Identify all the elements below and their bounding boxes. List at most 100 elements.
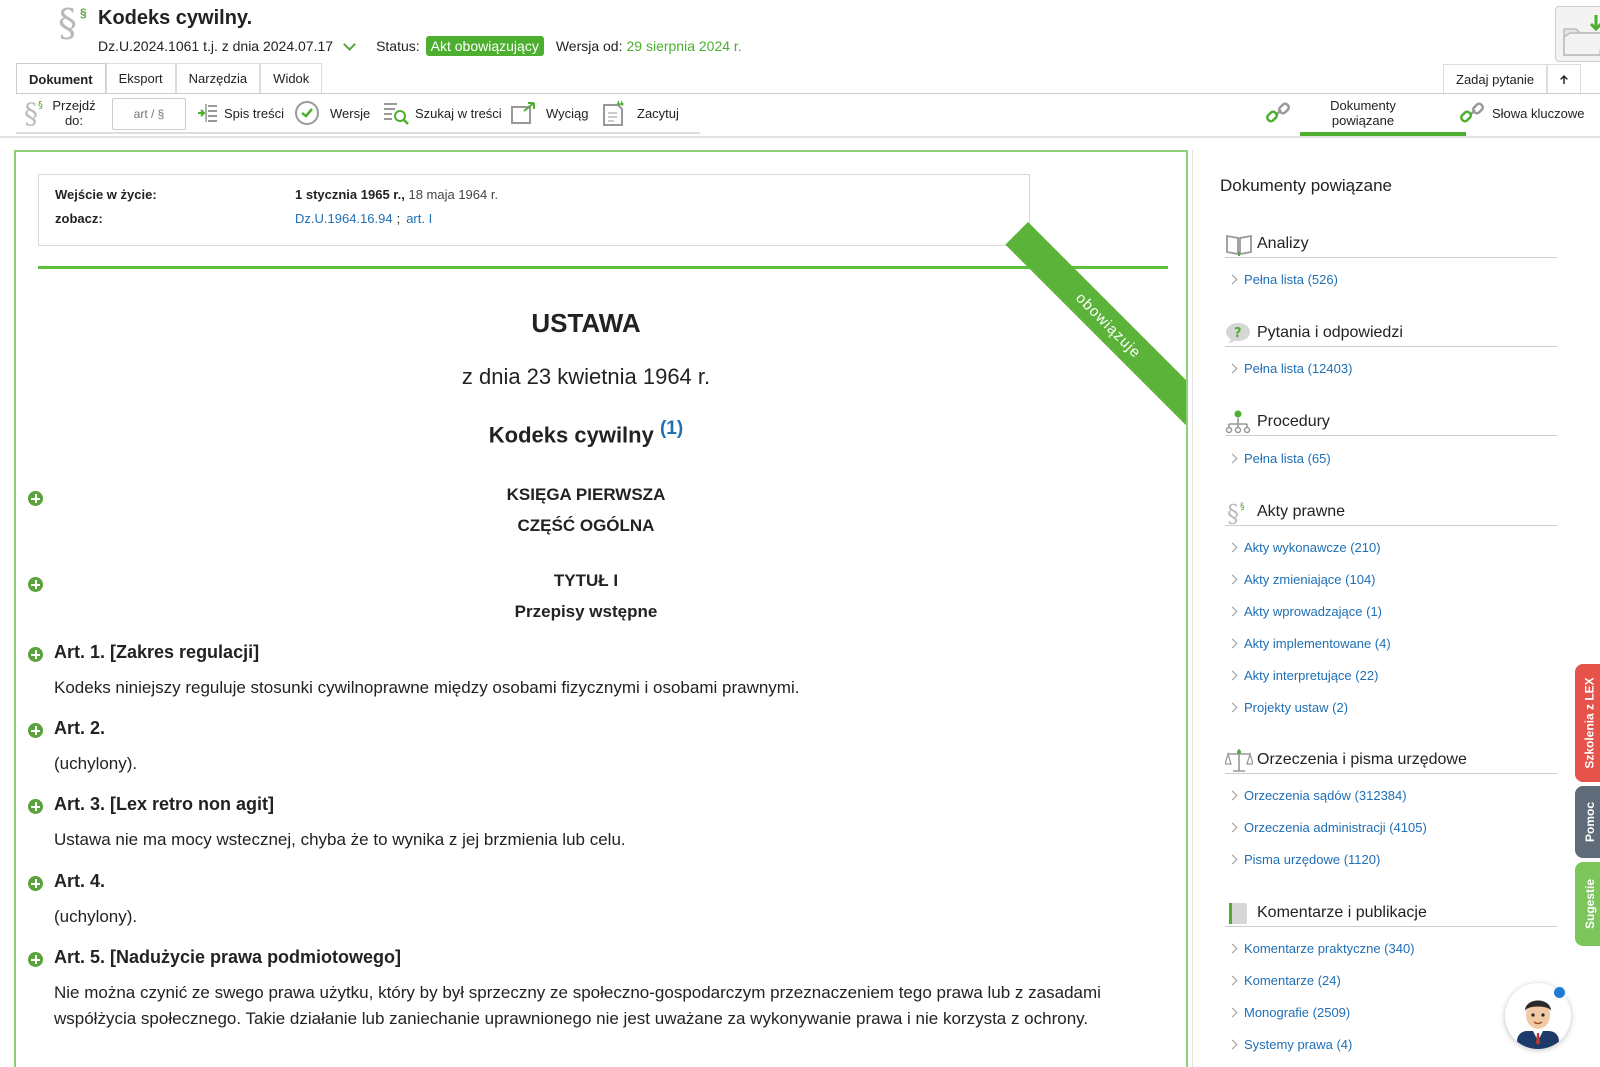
interpreting-acts-link[interactable]: Akty interpretujące (22) (1229, 668, 1378, 683)
section-procedures: Procedury (1225, 408, 1557, 436)
keywords-button[interactable]: Słowa kluczowe (1458, 94, 1585, 132)
entry-date-primary: 1 stycznia 1965 r., (295, 187, 405, 202)
book-heading: KSIĘGA PIERWSZA (506, 485, 666, 504)
main-tabs: Dokument Eksport Narzędzia Widok (16, 63, 323, 94)
article-4-text: (uchylony). (54, 907, 138, 926)
notification-dot (1554, 987, 1565, 998)
quote-button[interactable]: ❝ Zacytuj (601, 94, 679, 132)
article-5-heading[interactable]: Art. 5. [Nadużycie prawa podmiotowego] (54, 947, 401, 968)
folder-download-icon (1563, 15, 1600, 56)
chevron-down-icon[interactable] (343, 37, 356, 51)
paragraph-icon: § § (1227, 500, 1245, 524)
related-documents-panel: Dokumenty powiązane Analizy Pełna lista … (1192, 150, 1587, 1067)
suggestions-tab[interactable]: Sugestie (1575, 862, 1600, 946)
goto-control: § § Przejdź do: (24, 94, 98, 132)
practical-commentaries-link[interactable]: Komentarze praktyczne (340) (1229, 941, 1415, 956)
scales-icon (1225, 748, 1253, 772)
footnote-link[interactable]: (1) (660, 418, 683, 439)
expand-icon[interactable] (28, 799, 43, 814)
document-header: § § Kodeks cywilny. Dz.U.2024.1061 t.j. … (0, 0, 1600, 62)
draft-laws-link[interactable]: Projekty ustaw (2) (1229, 700, 1348, 715)
amending-acts-link[interactable]: Akty zmieniające (104) (1229, 572, 1376, 587)
link-icon (1459, 102, 1485, 123)
document-subheader: Dz.U.2024.1061 t.j. z dnia 2024.07.17 St… (98, 36, 742, 56)
analyses-full-list-link[interactable]: Pełna lista (526) (1229, 272, 1338, 287)
article-3-heading[interactable]: Art. 3. [Lex retro non agit] (54, 794, 274, 815)
svg-text:§: § (1227, 500, 1239, 524)
procedures-full-list-link[interactable]: Pełna lista (65) (1229, 451, 1331, 466)
qa-full-list-link[interactable]: Pełna lista (12403) (1229, 361, 1352, 376)
status-badge: Akt obowiązujący (425, 36, 544, 56)
act-date: z dnia 23 kwietnia 1964 r. (461, 364, 711, 389)
goto-input[interactable] (112, 98, 186, 130)
implementing-acts-link[interactable]: Akty wykonawcze (210) (1229, 540, 1381, 555)
help-tab[interactable]: Pomoc (1575, 786, 1600, 858)
entry-date-secondary: 18 maja 1964 r. (404, 187, 499, 202)
extract-icon (511, 102, 535, 124)
admin-rulings-link[interactable]: Orzeczenia administracji (4105) (1229, 820, 1427, 835)
toolbar: § § Przejdź do: Spis treści Wersje Szuka… (16, 94, 1600, 136)
article-2-text: (uchylony). (54, 754, 138, 773)
journal-link[interactable]: Dz.U.1964.16.94 (295, 211, 393, 226)
article-3-text: Ustawa nie ma mocy wstecznej, chyba że t… (54, 830, 626, 849)
svg-text:§: § (1240, 502, 1245, 512)
search-in-text-button[interactable]: Szukaj w treści (383, 94, 502, 132)
section-commentaries: Komentarze i publikacje (1225, 899, 1557, 927)
official-letters-link[interactable]: Pisma urzędowe (1120) (1229, 852, 1380, 867)
section-qa: ? Pytania i odpowiedzi (1225, 319, 1557, 347)
section-rulings: Orzeczenia i pisma urzędowe (1225, 746, 1557, 774)
toc-button[interactable]: Spis treści (196, 94, 284, 132)
svg-text:§: § (24, 97, 38, 129)
expand-icon[interactable] (28, 952, 43, 967)
paragraph-small-icon: § (80, 6, 87, 20)
page-title: Kodeks cywilny. (98, 7, 253, 29)
tab-dokument[interactable]: Dokument (16, 63, 106, 94)
paragraph-icon: § (58, 1, 77, 45)
flowchart-icon (1225, 410, 1251, 433)
expand-icon[interactable] (28, 647, 43, 662)
tab-widok[interactable]: Widok (260, 63, 323, 93)
related-docs-button[interactable]: Dokumenty powiązane (1264, 94, 1434, 132)
toolbar-underline (16, 132, 700, 134)
law-systems-link[interactable]: Systemy prawa (4) (1229, 1037, 1352, 1052)
act-name: Kodeks cywilny (1) (488, 418, 684, 448)
green-divider (38, 266, 1168, 269)
monographs-link[interactable]: Monografie (2509) (1229, 1005, 1350, 1020)
article-1-heading[interactable]: Art. 1. [Zakres regulacji] (54, 642, 259, 663)
book-closed-icon (1229, 902, 1247, 924)
implemented-acts-link[interactable]: Akty implementowane (4) (1229, 636, 1391, 651)
extract-button[interactable]: Wyciąg (510, 94, 589, 132)
versions-button[interactable]: Wersje (294, 94, 370, 132)
expand-icon[interactable] (28, 723, 43, 738)
status-label: Status: (376, 38, 420, 54)
entry-into-force-row: Wejście w życie: 1 stycznia 1965 r., 18 … (55, 187, 499, 202)
article-2-heading[interactable]: Art. 2. (54, 718, 105, 739)
svg-text:§: § (38, 100, 43, 111)
right-tabs: Zadaj pytanie (1443, 64, 1582, 94)
tab-eksport[interactable]: Eksport (105, 63, 176, 93)
quote-icon: ❝ (603, 99, 624, 126)
link-icon (1265, 102, 1291, 123)
clock-check-icon (295, 101, 319, 125)
article-4-heading[interactable]: Art. 4. (54, 871, 105, 892)
expand-icon[interactable] (28, 876, 43, 891)
version-date-link[interactable]: 29 sierpnia 2024 r. (627, 38, 742, 54)
save-to-folder-button[interactable] (1555, 6, 1600, 62)
version-label: Wersja od: (555, 38, 623, 54)
tab-narzedzia[interactable]: Narzędzia (175, 63, 261, 93)
introductory-acts-link[interactable]: Akty wprowadzające (1) (1229, 604, 1382, 619)
section-legal-acts: § § Akty prawne (1225, 498, 1557, 526)
commentaries-link[interactable]: Komentarze (24) (1229, 973, 1341, 988)
article-1-text: Kodeks niniejszy reguluje stosunki cywil… (54, 678, 800, 697)
trainings-tab[interactable]: Szkolenia z LEX (1575, 664, 1600, 782)
title-number: TYTUŁ I (553, 571, 619, 590)
court-rulings-link[interactable]: Orzeczenia sądów (312384) (1229, 788, 1407, 803)
article-link[interactable]: art. I (406, 211, 432, 226)
document-metadata: Wejście w życie: 1 stycznia 1965 r., 18 … (38, 174, 1030, 246)
question-bubble-icon: ? (1226, 322, 1250, 344)
scroll-up-button[interactable] (1547, 64, 1582, 94)
journal-reference: Dz.U.2024.1061 t.j. z dnia 2024.07.17 (98, 38, 334, 54)
article-5-text: Nie można czynić ze swego prawa użytku, … (54, 983, 1101, 1028)
ask-question-button[interactable]: Zadaj pytanie (1443, 64, 1548, 94)
book-icon (1226, 234, 1252, 256)
